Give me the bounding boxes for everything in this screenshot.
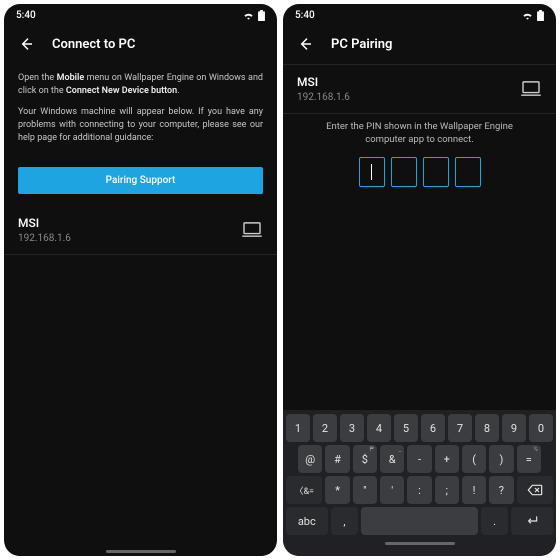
key-sym[interactable]: ' — [380, 476, 404, 504]
key-sym[interactable]: =% — [517, 445, 541, 473]
key-row-4: abc , . — [286, 507, 553, 535]
soft-keyboard: 1234567890 @#$₱&_-+()=% 〈&= *"':;!? abc … — [283, 410, 556, 556]
pin-instruction: Enter the PIN shown in the Wallpaper Eng… — [283, 114, 556, 157]
key-5[interactable]: 5 — [394, 414, 418, 442]
phone-pc-pairing: 5:40 PC Pairing MSI 192.168.1.6 Enter th… — [283, 4, 556, 556]
key-9[interactable]: 9 — [502, 414, 526, 442]
device-ip: 192.168.1.6 — [297, 92, 350, 103]
pin-digit-3[interactable] — [423, 157, 449, 187]
phone-connect-to-pc: 5:40 Connect to PC Open the Mobile menu … — [4, 4, 277, 556]
wifi-icon — [522, 11, 533, 20]
key-row-3: 〈&= *"':;!? — [286, 476, 553, 504]
key-sym[interactable]: @ — [298, 445, 322, 473]
key-sym[interactable]: ? — [489, 476, 513, 504]
key-1[interactable]: 1 — [286, 414, 310, 442]
status-time: 5:40 — [16, 10, 36, 21]
pairing-support-button[interactable]: Pairing Support — [18, 167, 263, 194]
device-name: MSI — [18, 216, 71, 230]
key-row-2: @#$₱&_-+()=% — [286, 445, 553, 473]
instructions: Open the Mobile menu on Wallpaper Engine… — [4, 64, 277, 161]
key-sym[interactable]: &_ — [380, 445, 404, 473]
device-row: MSI 192.168.1.6 — [283, 64, 556, 114]
gesture-bar — [286, 538, 553, 548]
backspace-key[interactable] — [517, 476, 553, 504]
key-sym[interactable]: - — [407, 445, 431, 473]
battery-icon — [537, 10, 544, 21]
app-bar: Connect to PC — [4, 26, 277, 64]
key-sym[interactable]: $₱ — [353, 445, 377, 473]
enter-icon — [525, 515, 539, 527]
back-icon[interactable] — [297, 36, 313, 52]
text-cursor — [371, 164, 372, 180]
key-4[interactable]: 4 — [367, 414, 391, 442]
enter-key[interactable] — [511, 507, 553, 535]
pin-input-row — [283, 157, 556, 197]
shift-key[interactable]: 〈&= — [286, 476, 322, 504]
device-info: MSI 192.168.1.6 — [18, 216, 71, 244]
back-icon[interactable] — [18, 36, 34, 52]
battery-icon — [258, 10, 265, 21]
key-row-1: 1234567890 — [286, 414, 553, 442]
key-sym[interactable]: * — [325, 476, 349, 504]
device-row[interactable]: MSI 192.168.1.6 — [4, 206, 277, 255]
instruction-para-2: Your Windows machine will appear below. … — [18, 106, 263, 145]
gesture-bar — [4, 546, 277, 556]
key-sym[interactable]: " — [353, 476, 377, 504]
status-icons — [522, 10, 544, 21]
status-icons — [243, 10, 265, 21]
laptop-icon — [520, 81, 542, 97]
key-sym[interactable]: ) — [489, 445, 513, 473]
instruction-para-1: Open the Mobile menu on Wallpaper Engine… — [18, 72, 263, 98]
key-2[interactable]: 2 — [313, 414, 337, 442]
comma-key[interactable]: , — [331, 507, 359, 535]
pin-digit-4[interactable] — [455, 157, 481, 187]
status-bar: 5:40 — [4, 4, 277, 26]
device-info: MSI 192.168.1.6 — [297, 75, 350, 103]
pin-digit-1[interactable] — [359, 157, 385, 187]
key-sym[interactable]: + — [435, 445, 459, 473]
device-name: MSI — [297, 75, 350, 89]
key-sym[interactable]: # — [325, 445, 349, 473]
app-bar: PC Pairing — [283, 26, 556, 64]
key-sym[interactable]: : — [407, 476, 431, 504]
key-sym[interactable]: ! — [462, 476, 486, 504]
key-0[interactable]: 0 — [529, 414, 553, 442]
key-6[interactable]: 6 — [421, 414, 445, 442]
wifi-icon — [243, 11, 254, 20]
period-key[interactable]: . — [481, 507, 509, 535]
page-title: PC Pairing — [331, 37, 392, 52]
key-sym[interactable]: ; — [435, 476, 459, 504]
device-ip: 192.168.1.6 — [18, 233, 71, 244]
backspace-icon — [527, 484, 543, 496]
mode-switch-key[interactable]: abc — [286, 507, 328, 535]
key-8[interactable]: 8 — [475, 414, 499, 442]
key-3[interactable]: 3 — [340, 414, 364, 442]
space-key[interactable] — [361, 507, 477, 535]
status-bar: 5:40 — [283, 4, 556, 26]
pin-digit-2[interactable] — [391, 157, 417, 187]
page-title: Connect to PC — [52, 37, 135, 52]
key-sym[interactable]: ( — [462, 445, 486, 473]
laptop-icon — [241, 222, 263, 238]
key-7[interactable]: 7 — [448, 414, 472, 442]
status-time: 5:40 — [295, 10, 315, 21]
